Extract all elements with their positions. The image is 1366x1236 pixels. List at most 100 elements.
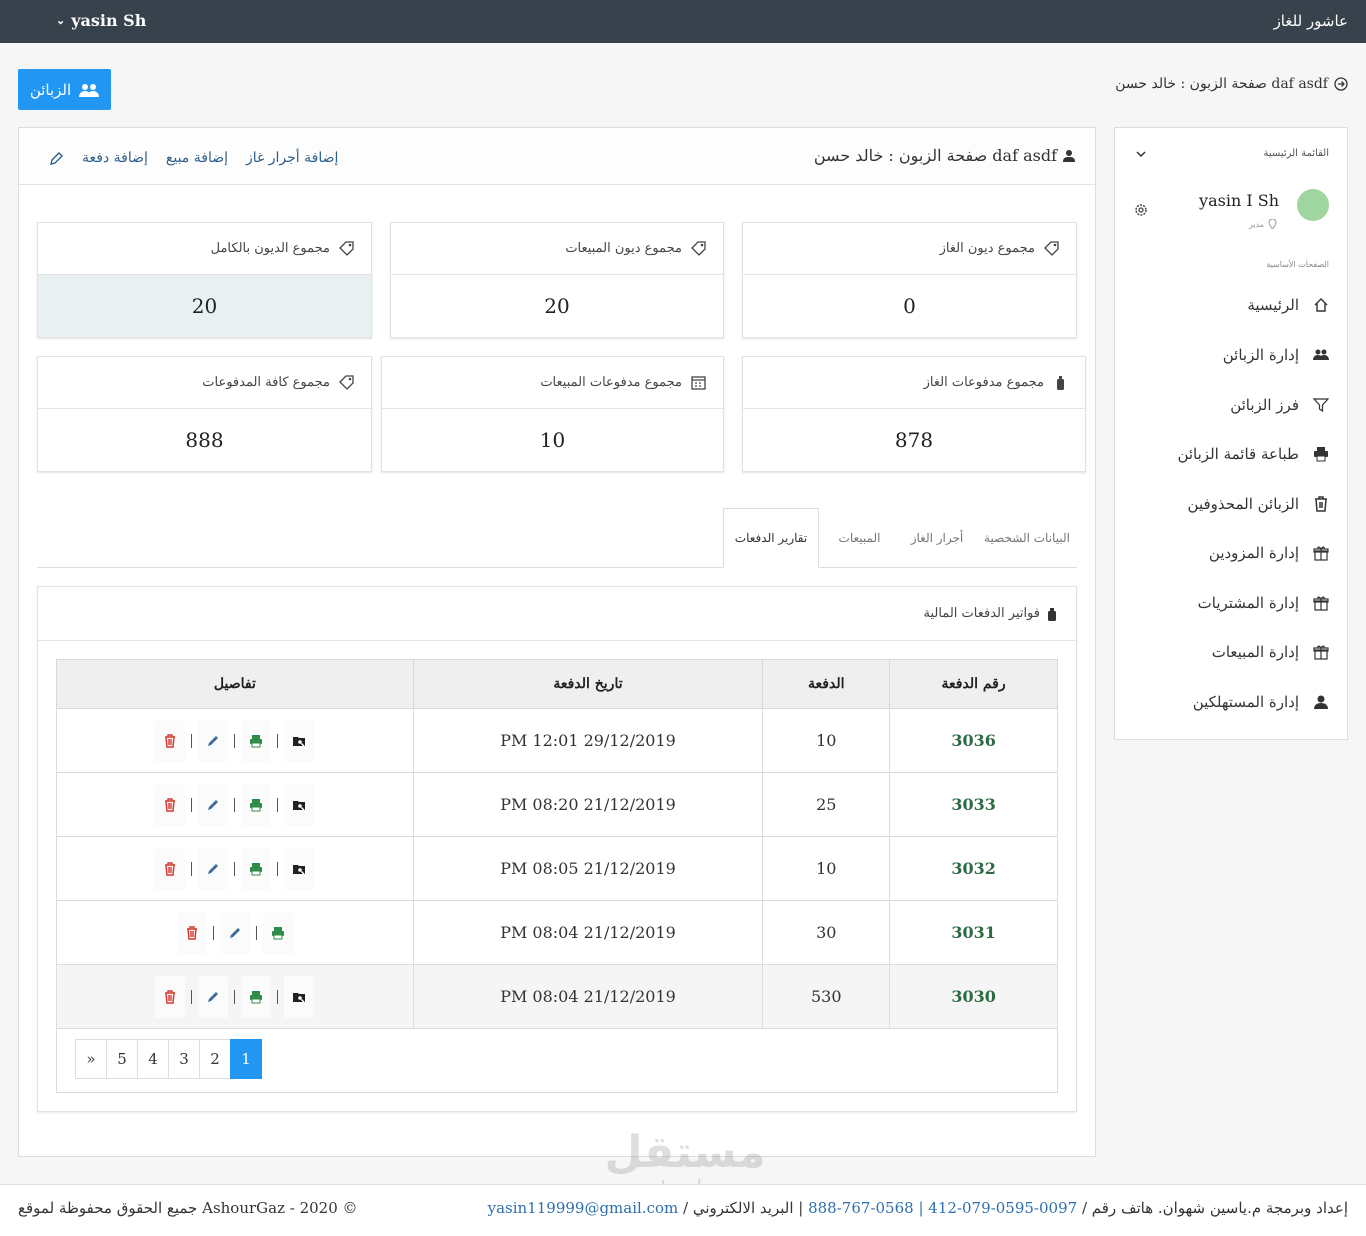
separator [277, 861, 279, 876]
separator [234, 861, 236, 876]
delete-button[interactable] [155, 975, 186, 1018]
page-title-text: صفحة الزبون : خالد حسن daf asdf [813, 146, 1057, 165]
tab-payment-reports[interactable]: تقارير الدفعات [723, 508, 819, 568]
stat-label: مجموع مدفوعات المبيعات [540, 375, 682, 390]
user-role: مدير [1249, 219, 1277, 229]
page-4[interactable]: 4 [137, 1039, 169, 1079]
pagination-container: » 5 4 3 2 1 [56, 1027, 1058, 1093]
home-icon [1314, 298, 1328, 312]
tag-icon [339, 241, 354, 256]
sidebar-item-home[interactable]: الرئيسية [1247, 296, 1329, 314]
stat-label: مجموع كافة المدفوعات [202, 375, 330, 390]
stat-value: 20 [38, 275, 371, 337]
sidebar-item-purchases[interactable]: إدارة المشتريات [1198, 594, 1329, 612]
user-icon [1314, 695, 1328, 709]
tab-personal-data[interactable]: البيانات الشخصية [977, 508, 1077, 568]
table-row: 3031 30 PM 08:04 21/12/2019 [56, 900, 1058, 965]
separator [234, 989, 236, 1004]
trash-icon [165, 861, 176, 876]
add-sale-link[interactable]: إضافة مبيع [166, 150, 228, 166]
column-header[interactable]: تاريخ الدفعة [412, 659, 764, 709]
print-button[interactable] [241, 783, 272, 826]
sidebar-title: القائمة الرئيسية [1263, 148, 1329, 159]
add-gas-cylinders-link[interactable]: إضافة أجرار غاز [246, 150, 338, 166]
delete-button[interactable] [155, 783, 186, 826]
delete-button[interactable] [155, 847, 186, 890]
row-actions [56, 964, 414, 1029]
payment-invoices-title: فواتير الدفعات المالية [923, 606, 1040, 621]
separator [277, 733, 279, 748]
gear-icon[interactable] [1133, 202, 1149, 218]
print-button[interactable] [241, 847, 272, 890]
payment-number[interactable]: 3030 [889, 964, 1058, 1029]
edit-button[interactable] [198, 847, 229, 890]
footer-phones[interactable]: 0097-0595-079-412 | 0568-767-888 [808, 1199, 1077, 1217]
payment-date: PM 08:05 21/12/2019 [412, 836, 764, 901]
page-next[interactable]: » [75, 1039, 107, 1079]
column-header[interactable]: الدفعة [762, 659, 891, 709]
tab-gas-cylinders[interactable]: أجرار الغاز [897, 508, 977, 568]
breadcrumb: صفحة الزبون : خالد حسن daf asdf [1115, 76, 1348, 92]
view-button[interactable] [284, 975, 315, 1018]
delete-button[interactable] [155, 719, 186, 762]
edit-button[interactable] [198, 719, 229, 762]
page-1[interactable]: 1 [230, 1039, 262, 1079]
stat-value: 10 [539, 428, 566, 452]
sidebar-item-label: إدارة المزودين [1208, 544, 1299, 562]
chevron-down-icon[interactable] [1135, 148, 1147, 160]
user-menu[interactable]: ⌄ yasin Sh [56, 11, 146, 30]
gas-bottle-icon [1057, 376, 1064, 390]
payment-number[interactable]: 3031 [889, 900, 1058, 965]
separator [191, 797, 193, 812]
sidebar-item-customers[interactable]: إدارة الزبائن [1223, 346, 1329, 364]
payment-amount: 530 [762, 964, 891, 1029]
printer-icon [1314, 447, 1328, 462]
pagination: » 5 4 3 2 1 [75, 1039, 262, 1079]
separator [191, 733, 193, 748]
stat-value: 878 [894, 428, 934, 452]
payment-date: PM 08:04 21/12/2019 [412, 900, 764, 965]
separator [234, 797, 236, 812]
payment-number[interactable]: 3036 [889, 708, 1058, 773]
customers-button-label: الزبائن [29, 81, 72, 99]
print-button[interactable] [262, 911, 293, 954]
users-icon [1313, 349, 1329, 360]
edit-button[interactable] [198, 783, 229, 826]
payments-table: رقم الدفعة الدفعة تاريخ الدفعة تفاصيل 30… [56, 659, 1058, 1029]
edit-button[interactable] [198, 975, 229, 1018]
breadcrumb-label: صفحة الزبون : خالد حسن daf asdf [1115, 76, 1328, 92]
tag-icon [1044, 241, 1059, 256]
sidebar-item-sales[interactable]: إدارة المبيعات [1212, 643, 1329, 661]
page-2[interactable]: 2 [199, 1039, 231, 1079]
column-header[interactable]: تفاصيل [56, 659, 414, 709]
print-button[interactable] [241, 975, 272, 1018]
sidebar-item-print-customers[interactable]: طباعة قائمة الزبائن [1177, 445, 1329, 463]
payment-number[interactable]: 3033 [889, 772, 1058, 837]
print-button[interactable] [241, 719, 272, 762]
column-header[interactable]: رقم الدفعة [889, 659, 1058, 709]
stat-card-sales-payments: مجموع مدفوعات المبيعات 10 [381, 356, 724, 472]
delete-button[interactable] [176, 911, 207, 954]
sidebar-item-filter-customers[interactable]: فرز الزبائن [1230, 396, 1329, 414]
sidebar-item-consumers[interactable]: إدارة المستهلكين [1193, 693, 1329, 711]
page-5[interactable]: 5 [106, 1039, 138, 1079]
tab-sales[interactable]: المبيعات [822, 508, 897, 568]
view-button[interactable] [284, 719, 315, 762]
printer-icon [250, 798, 263, 811]
page-3[interactable]: 3 [168, 1039, 200, 1079]
footer-email-link[interactable]: yasin119999@gmail.com [488, 1199, 679, 1217]
sidebar-section-label: الصفحات الأساسية [1266, 260, 1329, 269]
sidebar-item-deleted-customers[interactable]: الزبائن المحذوفين [1188, 495, 1329, 513]
pencil-icon [208, 799, 219, 810]
payment-number[interactable]: 3032 [889, 836, 1058, 901]
separator [277, 797, 279, 812]
gas-bottle-icon [1048, 607, 1056, 621]
edit-button[interactable] [219, 911, 250, 954]
sidebar-item-suppliers[interactable]: إدارة المزودين [1209, 544, 1329, 562]
add-payment-link[interactable]: إضافة دفعة [82, 150, 148, 166]
view-button[interactable] [284, 847, 315, 890]
view-button[interactable] [284, 783, 315, 826]
customers-button[interactable]: الزبائن [18, 69, 111, 110]
pencil-icon[interactable] [49, 151, 64, 166]
brand-title[interactable]: عاشور للغاز [1274, 12, 1348, 30]
